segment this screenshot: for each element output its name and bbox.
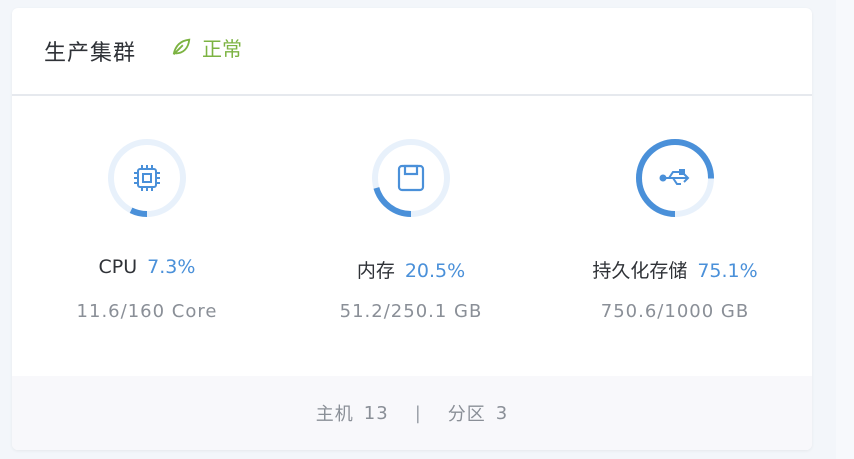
- storage-icon: [659, 169, 690, 185]
- cpu-icon: [134, 165, 160, 191]
- cluster-name: 生产集群: [44, 41, 137, 66]
- memory-icon: [397, 164, 425, 192]
- status-text: 正常: [202, 36, 243, 61]
- memory-usage: 51.2/250.1 GB: [339, 301, 483, 322]
- cpu-label: CPU: [98, 256, 138, 278]
- adjacent-card-edge: [836, 0, 854, 459]
- memory-label-line: 内存 20.5%: [281, 256, 541, 283]
- leaf-icon: [172, 38, 191, 55]
- footer-separator: |: [414, 402, 422, 424]
- memory-label: 内存: [356, 260, 395, 282]
- hosts-count: 13: [363, 402, 389, 424]
- partitions-count: 3: [495, 402, 509, 424]
- cpu-label-line: CPU 7.3%: [17, 256, 277, 278]
- cpu-usage: 11.6/160 Core: [76, 301, 218, 322]
- card-footer: 主机 13 | 分区 3: [12, 376, 812, 450]
- memory-usage-ring: [369, 136, 453, 220]
- storage-label: 持久化存储: [592, 260, 688, 282]
- storage-label-line: 持久化存储 75.1%: [545, 256, 805, 283]
- partitions-label: 分区: [447, 404, 486, 425]
- metrics-row: CPU 7.3% 11.6/160 Core 内存 20.5% 51.2/250.1: [12, 96, 812, 376]
- cluster-card: 生产集群 正常 CPU 7.3% 11.6/160 Core 内存 20.5% …: [12, 8, 812, 450]
- card-header: 生产集群 正常: [12, 8, 812, 96]
- cluster-status: 正常: [170, 33, 242, 62]
- hosts-label: 主机: [315, 404, 354, 425]
- memory-percent: 20.5%: [404, 260, 466, 282]
- cpu-percent: 7.3%: [147, 256, 196, 278]
- cpu-usage-ring: [105, 136, 189, 220]
- storage-percent: 75.1%: [697, 260, 758, 282]
- storage-usage-ring: [633, 136, 717, 220]
- storage-usage: 750.6/1000 GB: [600, 301, 750, 322]
